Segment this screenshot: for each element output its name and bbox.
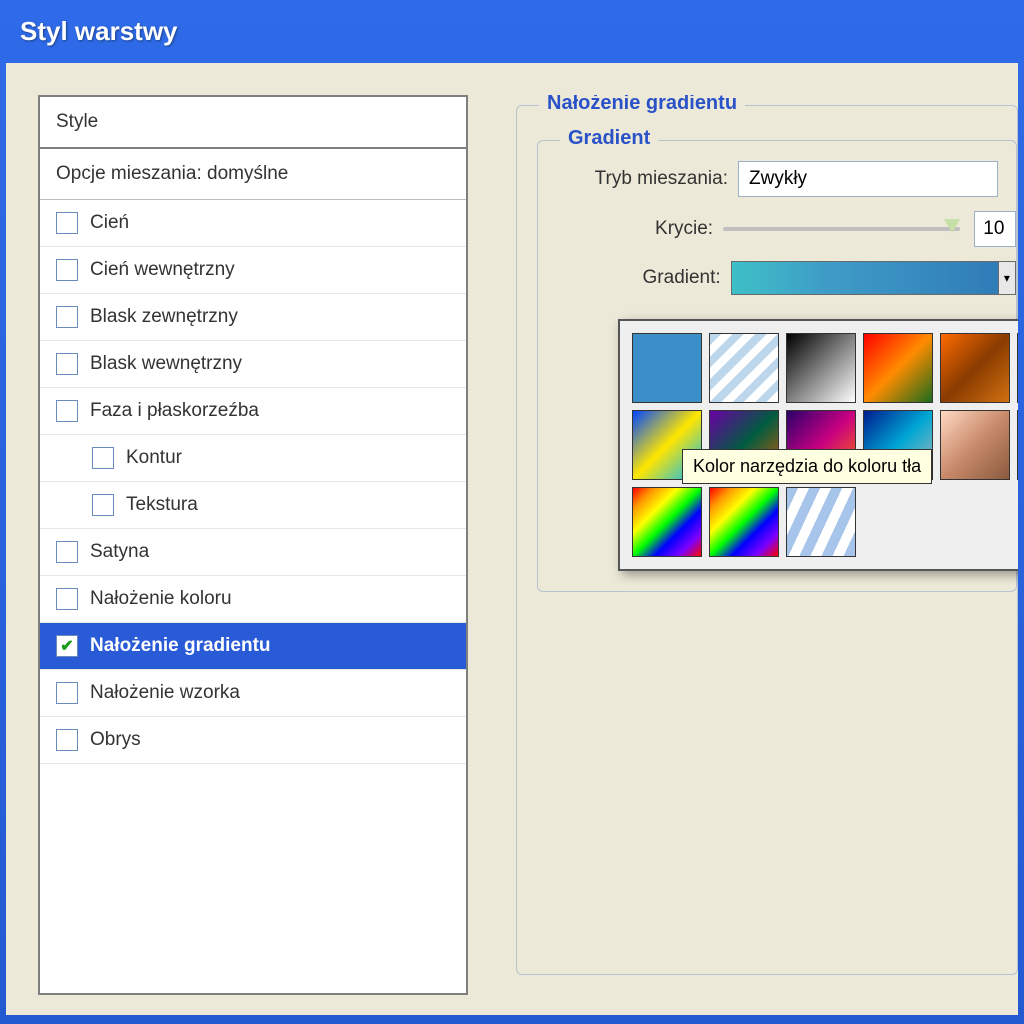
gradient-overlay-fieldset: Nałożenie gradientu Gradient Tryb miesza…: [516, 105, 1018, 975]
checkbox-icon[interactable]: [56, 729, 78, 751]
gradient-presets-popup: Kolor narzędzia do koloru tła: [618, 319, 1018, 571]
swatch-tooltip: Kolor narzędzia do koloru tła: [682, 449, 932, 484]
gradient-swatch[interactable]: [709, 333, 779, 403]
gradient-swatch[interactable]: [940, 410, 1010, 480]
checkbox-icon[interactable]: [56, 259, 78, 281]
effect-inner-glow[interactable]: Blask wewnętrzny: [40, 341, 466, 388]
chevron-down-icon: ▾: [1004, 271, 1010, 285]
effect-satin[interactable]: Satyna: [40, 529, 466, 576]
effect-label: Obrys: [90, 729, 141, 751]
gradient-swatch[interactable]: [1017, 410, 1018, 480]
gradient-group: Gradient Tryb mieszania: Zwykły Krycie: …: [537, 140, 1017, 592]
checkbox-icon[interactable]: [56, 306, 78, 328]
effect-label: Nałożenie wzorka: [90, 682, 240, 704]
effect-bevel[interactable]: Faza i płaskorzeźba: [40, 388, 466, 435]
checkbox-icon[interactable]: [56, 400, 78, 422]
effect-color-overlay[interactable]: Nałożenie koloru: [40, 576, 466, 623]
effect-label: Nałożenie gradientu: [90, 635, 271, 657]
effect-pattern-overlay[interactable]: Nałożenie wzorka: [40, 670, 466, 717]
blend-mode-label: Tryb mieszania:: [558, 168, 738, 190]
checkbox-icon[interactable]: [56, 353, 78, 375]
gradient-swatch[interactable]: [863, 333, 933, 403]
gradient-preview[interactable]: [731, 261, 999, 295]
effect-label: Cień wewnętrzny: [90, 259, 235, 281]
settings-panel: Nałożenie gradientu Gradient Tryb miesza…: [516, 95, 1018, 1015]
gradient-swatch[interactable]: [786, 487, 856, 557]
effect-label: Cień: [90, 212, 129, 234]
group-legend: Gradient: [560, 127, 658, 150]
window-title: Styl warstwy: [6, 6, 1018, 63]
checkbox-icon[interactable]: [56, 212, 78, 234]
layer-style-dialog: Styl warstwy Style Opcje mieszania: domy…: [0, 0, 1024, 1024]
effect-label: Tekstura: [126, 494, 198, 516]
effect-inner-shadow[interactable]: Cień wewnętrzny: [40, 247, 466, 294]
gradient-swatch[interactable]: [940, 333, 1010, 403]
effect-label: Nałożenie koloru: [90, 588, 232, 610]
effect-label: Blask wewnętrzny: [90, 353, 242, 375]
dialog-body: Style Opcje mieszania: domyślne Cień Cie…: [6, 63, 1018, 1015]
blending-defaults[interactable]: Opcje mieszania: domyślne: [40, 149, 466, 200]
effect-contour[interactable]: Kontur: [40, 435, 466, 482]
effect-label: Blask zewnętrzny: [90, 306, 238, 328]
effect-label: Faza i płaskorzeźba: [90, 400, 259, 422]
style-list: Style Opcje mieszania: domyślne Cień Cie…: [38, 95, 468, 995]
effect-gradient-overlay[interactable]: Nałożenie gradientu: [40, 623, 466, 670]
effect-stroke[interactable]: Obrys: [40, 717, 466, 764]
checkbox-icon[interactable]: [56, 682, 78, 704]
gradient-swatch[interactable]: [786, 333, 856, 403]
effect-label: Kontur: [126, 447, 182, 469]
checkbox-icon[interactable]: [56, 588, 78, 610]
checkbox-icon[interactable]: [92, 447, 114, 469]
checkbox-icon[interactable]: [92, 494, 114, 516]
effect-drop-shadow[interactable]: Cień: [40, 200, 466, 247]
blend-mode-select[interactable]: Zwykły: [738, 161, 998, 197]
opacity-value[interactable]: 10: [974, 211, 1016, 247]
opacity-label: Krycie:: [558, 218, 723, 240]
opacity-slider[interactable]: [723, 217, 960, 241]
gradient-swatch[interactable]: [1017, 333, 1018, 403]
checkbox-icon[interactable]: [56, 635, 78, 657]
fieldset-legend: Nałożenie gradientu: [539, 95, 745, 115]
slider-thumb-icon[interactable]: [944, 219, 960, 233]
gradient-label: Gradient:: [558, 267, 731, 289]
checkbox-icon[interactable]: [56, 541, 78, 563]
gradient-swatch[interactable]: [632, 333, 702, 403]
gradient-swatch[interactable]: [632, 487, 702, 557]
effect-texture[interactable]: Tekstura: [40, 482, 466, 529]
gradient-dropdown-button[interactable]: ▾: [999, 261, 1016, 295]
style-heading[interactable]: Style: [40, 97, 466, 149]
effect-outer-glow[interactable]: Blask zewnętrzny: [40, 294, 466, 341]
effect-label: Satyna: [90, 541, 149, 563]
gradient-swatch[interactable]: [709, 487, 779, 557]
